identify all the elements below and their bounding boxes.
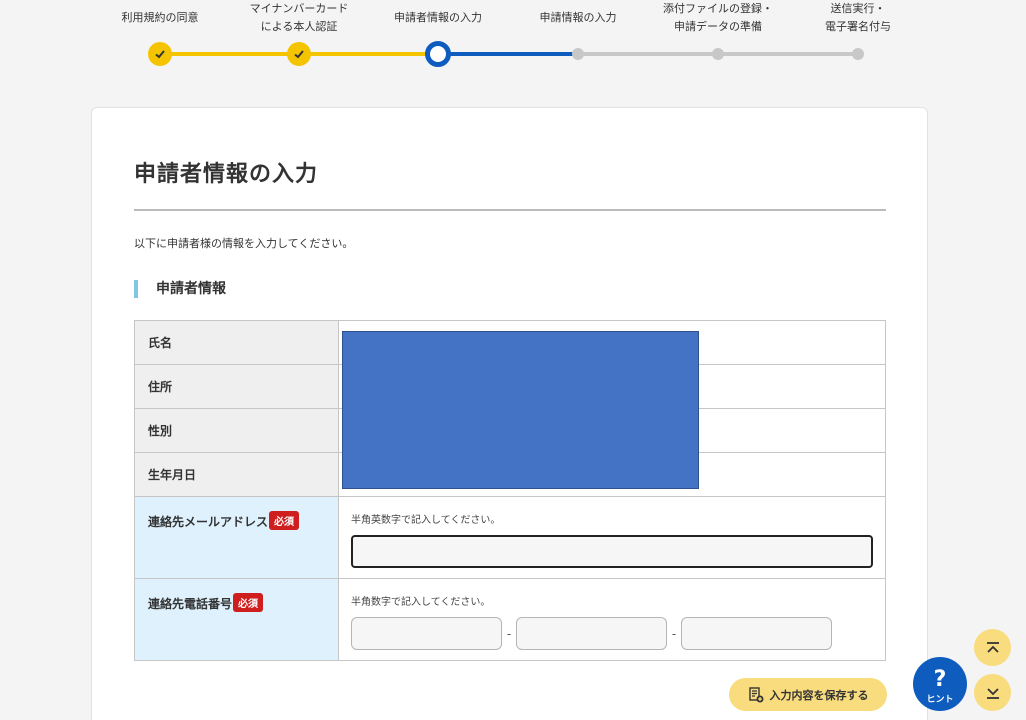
progress-stepper: 利用規約の同意 マイナンバーカード による本人認証 申請者情報の入力 申請情報の… <box>0 0 1026 80</box>
title-divider <box>134 209 886 211</box>
scroll-top-button[interactable] <box>974 629 1011 666</box>
step-dot-6 <box>852 48 864 60</box>
scroll-top-icon <box>986 641 999 653</box>
email-cell: 半角英数字で記入してください。 <box>338 496 886 579</box>
scroll-bottom-icon <box>986 687 999 699</box>
scroll-bottom-button[interactable] <box>974 674 1011 711</box>
step-label-4: 申請情報の入力 <box>539 11 617 24</box>
email-hint: 半角英数字で記入してください。 <box>351 515 501 526</box>
table-row: 連絡先電話番号 必須 半角数字で記入してください。 - - <box>134 578 886 661</box>
redaction-box <box>342 331 699 489</box>
email-row-header: 連絡先メールアドレス 必須 <box>134 496 339 579</box>
step-dot-2 <box>287 42 311 66</box>
birthdate-label: 生年月日 <box>134 452 339 497</box>
step-label-6: 送信実行・ 電子署名付与 <box>825 2 891 33</box>
phone-hint: 半角数字で記入してください。 <box>351 597 491 608</box>
page-title: 申請者情報の入力 <box>134 162 319 187</box>
hint-button[interactable]: ? ヒント <box>913 657 967 711</box>
table-row: 連絡先メールアドレス 必須 半角英数字で記入してください。 <box>134 496 886 579</box>
stepper-track-done-1 <box>160 52 299 56</box>
stepper-track-active <box>438 52 578 56</box>
stepper-track-done-2 <box>299 52 438 56</box>
step-label-5: 添付ファイルの登録・ 申請データの準備 <box>663 2 773 33</box>
phone-input-group: - - <box>351 617 873 650</box>
gender-label: 性別 <box>134 408 339 453</box>
address-label: 住所 <box>134 364 339 409</box>
applicant-form-card: 申請者情報の入力 以下に申請者様の情報を入力してください。 申請者情報 氏名 住… <box>91 107 928 720</box>
required-badge: 必須 <box>233 593 264 612</box>
hint-label: ヒント <box>926 694 954 705</box>
document-save-icon <box>748 686 763 702</box>
step-dot-current <box>425 41 451 67</box>
phone-cell: 半角数字で記入してください。 - - <box>338 578 886 661</box>
name-label: 氏名 <box>134 320 339 365</box>
section-heading: 申請者情報 <box>134 280 226 298</box>
step-dot-4 <box>572 48 584 60</box>
check-icon <box>294 50 304 59</box>
required-badge: 必須 <box>269 511 300 530</box>
step-label-1: 利用規約の同意 <box>121 11 199 24</box>
question-mark-icon: ? <box>933 666 947 692</box>
step-dot-1 <box>148 42 172 66</box>
phone-field-3[interactable] <box>681 617 832 650</box>
save-draft-label: 入力内容を保存する <box>769 688 869 702</box>
step-label-3: 申請者情報の入力 <box>394 11 482 24</box>
email-label: 連絡先メールアドレス <box>148 515 269 529</box>
step-label-2: マイナンバーカード による本人認証 <box>249 2 349 33</box>
email-field[interactable] <box>351 535 873 568</box>
phone-field-2[interactable] <box>516 617 667 650</box>
phone-field-1[interactable] <box>351 617 502 650</box>
check-icon <box>155 50 165 59</box>
intro-text: 以下に申請者様の情報を入力してください。 <box>134 237 354 250</box>
save-draft-button[interactable]: 入力内容を保存する <box>729 678 887 711</box>
phone-separator: - <box>671 626 677 641</box>
phone-separator: - <box>506 626 512 641</box>
step-dot-5 <box>712 48 724 60</box>
phone-row-header: 連絡先電話番号 必須 <box>134 578 339 661</box>
phone-label: 連絡先電話番号 <box>148 597 233 611</box>
